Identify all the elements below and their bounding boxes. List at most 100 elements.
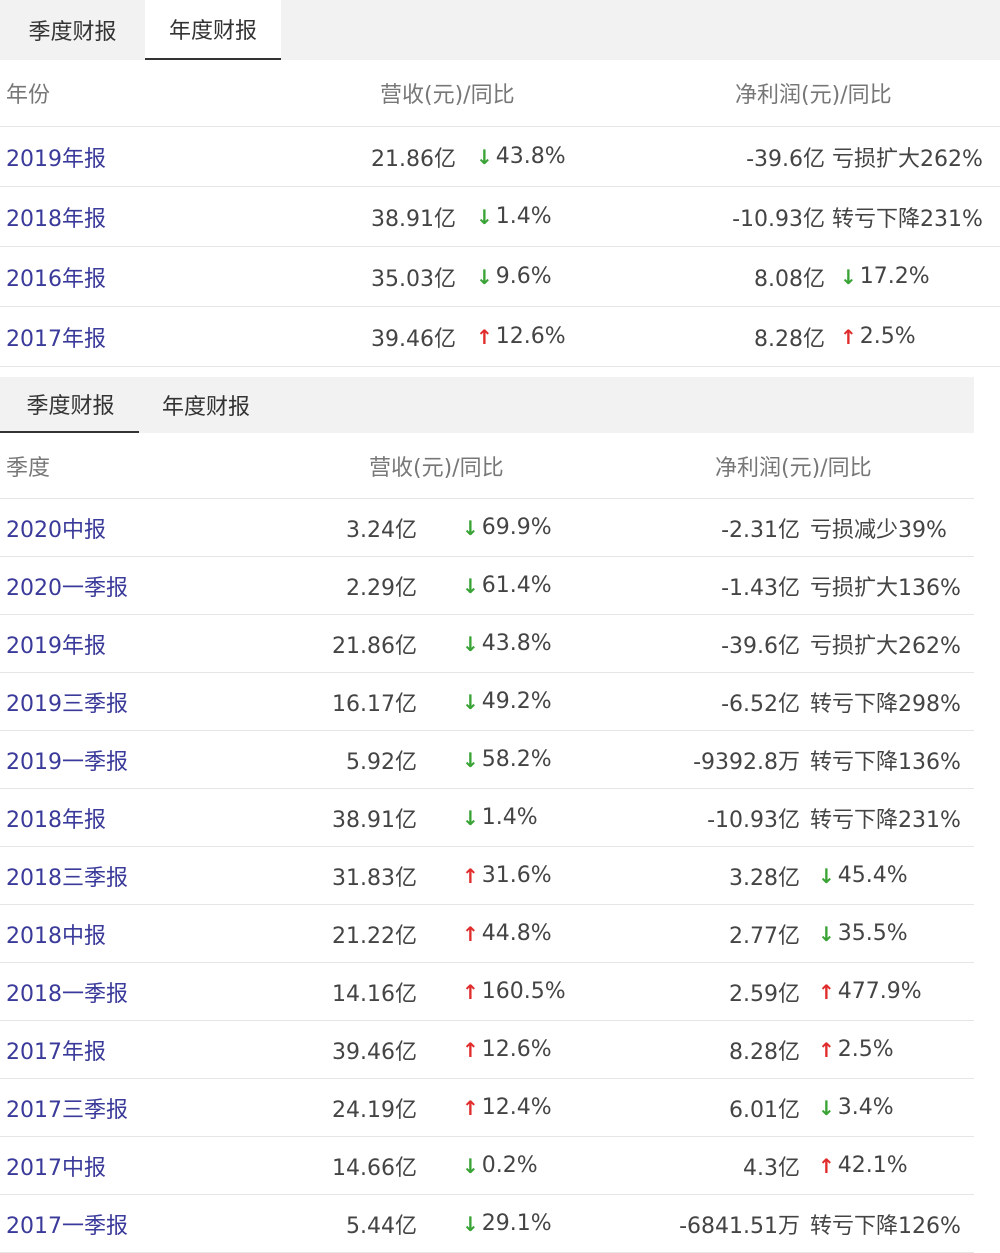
arrow-down-icon: ↓ [818,1095,835,1120]
table-row: 2019三季报 16.17亿 ↓ 49.2% -6.52亿 转亏下降298% [0,673,974,731]
revenue-value: 21.86亿 [371,146,456,172]
annual-table-body: 2019年报 21.86亿 ↓ 43.8% -39.6亿 亏损扩大262% 2018年报 38… [0,127,1000,367]
net-profit-change: ↑ 2.5% [818,1021,894,1078]
revenue-value: 16.17亿 [332,691,417,717]
revenue-yoy: ↓ 61.4% [462,557,552,614]
report-tab-bar: 季度财报 年度财报 [0,377,974,433]
table-row: 2017三季报 24.19亿 ↑ 12.4% 6.01亿 ↓ 3.4% [0,1079,974,1137]
net-profit-change-text: 亏损扩大262% [832,146,983,172]
revenue-column-header: 营收(元)/同比 [369,455,504,481]
net-profit-change: 转亏下降126% [810,1195,961,1252]
revenue-yoy: ↓ 58.2% [462,731,552,788]
report-period-link[interactable]: 2019年报 [6,615,106,672]
revenue-yoy: ↑ 12.4% [462,1079,552,1136]
quarterly-table-body: 2020中报 3.24亿 ↓ 69.9% -2.31亿 亏损减少39% 2020一季报 2.2… [0,499,974,1253]
net-profit-change: ↑ 42.1% [818,1137,908,1194]
report-period-link[interactable]: 2018三季报 [6,847,128,904]
table-row: 2017年报 39.46亿 ↑ 12.6% 8.28亿 ↑ 2.5% [0,1021,974,1079]
revenue-yoy: ↑ 44.8% [462,905,552,962]
tab-annual-report[interactable]: 年度财报 [139,377,273,433]
net-profit-change: 转亏下降231% [832,187,983,246]
tab-quarterly-report[interactable]: 季度财报 [0,377,139,433]
net-profit-change: ↓ 3.4% [818,1079,894,1136]
net-profit-change-text: 42.1% [837,1153,908,1178]
revenue-yoy-text: 69.9% [481,515,552,540]
report-period-link[interactable]: 2017年报 [6,307,106,366]
report-tab-bar: 季度财报 年度财报 [0,0,1000,60]
revenue-value: 21.86亿 [332,633,417,659]
arrow-down-icon: ↓ [476,204,493,229]
report-period-link[interactable]: 2019年报 [6,127,106,186]
revenue-yoy: ↓ 43.8% [462,615,552,672]
revenue-yoy-text: 1.4% [495,204,552,229]
tab-quarterly-report[interactable]: 季度财报 [0,0,145,60]
table-row: 2018年报 38.91亿 ↓ 1.4% -10.93亿 转亏下降231% [0,789,974,847]
table-row: 2019年报 21.86亿 ↓ 43.8% -39.6亿 亏损扩大262% [0,615,974,673]
report-period-link[interactable]: 2016年报 [6,247,106,306]
arrow-down-icon: ↓ [462,515,479,540]
net-profit-value: -39.6亿 [746,146,825,172]
report-period-link[interactable]: 2018中报 [6,905,106,962]
report-period-link[interactable]: 2019一季报 [6,731,128,788]
revenue-yoy-text: 44.8% [481,921,552,946]
report-period-link[interactable]: 2018年报 [6,789,106,846]
report-period-link[interactable]: 2019三季报 [6,673,128,730]
net-profit-change-text: 45.4% [837,863,908,888]
arrow-up-icon: ↑ [462,1037,479,1062]
table-header: 季度 营收(元)/同比 净利润(元)/同比 [0,433,974,499]
report-period-link[interactable]: 2020中报 [6,499,106,556]
report-period-link[interactable]: 2018一季报 [6,963,128,1020]
revenue-yoy-text: 9.6% [495,264,552,289]
net-profit-change: ↑ 477.9% [818,963,922,1020]
revenue-yoy: ↓ 43.8% [476,127,566,186]
report-period-link[interactable]: 2017年报 [6,1021,106,1078]
net-profit-change: 亏损扩大262% [810,615,961,672]
net-profit-change-text: 亏损扩大262% [810,633,961,659]
report-period-link[interactable]: 2017一季报 [6,1195,128,1252]
revenue-value: 38.91亿 [332,807,417,833]
net-profit-change-text: 3.4% [837,1095,894,1120]
net-profit-change-text: 亏损减少39% [810,517,947,543]
revenue-yoy-text: 160.5% [481,979,566,1004]
arrow-up-icon: ↑ [818,1153,835,1178]
table-header: 年份 营收(元)/同比 净利润(元)/同比 [0,60,1000,127]
revenue-yoy: ↓ 1.4% [462,789,538,846]
tab-annual-report[interactable]: 年度财报 [145,0,281,60]
arrow-down-icon: ↓ [462,1211,479,1236]
net-profit-change: 转亏下降231% [810,789,961,846]
revenue-yoy: ↑ 12.6% [476,307,566,366]
net-profit-value: 2.77亿 [729,923,800,949]
arrow-down-icon: ↓ [476,144,493,169]
arrow-down-icon: ↓ [840,264,857,289]
table-row: 2016年报 35.03亿 ↓ 9.6% 8.08亿 ↓ 17.2% [0,247,1000,307]
revenue-yoy-text: 29.1% [481,1211,552,1236]
table-row: 2019年报 21.86亿 ↓ 43.8% -39.6亿 亏损扩大262% [0,127,1000,187]
arrow-up-icon: ↑ [840,324,857,349]
arrow-up-icon: ↑ [462,979,479,1004]
arrow-up-icon: ↑ [462,921,479,946]
quarterly-report-panel: 季度财报 年度财报 季度 营收(元)/同比 净利润(元)/同比 2020中报 3.… [0,377,974,1253]
report-period-link[interactable]: 2017三季报 [6,1079,128,1136]
net-profit-value: -39.6亿 [721,633,800,659]
report-period-link[interactable]: 2018年报 [6,187,106,246]
revenue-yoy-text: 0.2% [481,1153,538,1178]
report-period-link[interactable]: 2017中报 [6,1137,106,1194]
revenue-yoy: ↑ 160.5% [462,963,566,1020]
arrow-down-icon: ↓ [476,264,493,289]
report-period-link[interactable]: 2020一季报 [6,557,128,614]
table-row: 2017年报 39.46亿 ↑ 12.6% 8.28亿 ↑ 2.5% [0,307,1000,367]
revenue-yoy: ↓ 49.2% [462,673,552,730]
net-profit-change-text: 477.9% [837,979,922,1004]
table-row: 2019一季报 5.92亿 ↓ 58.2% -9392.8万 转亏下降136% [0,731,974,789]
arrow-down-icon: ↓ [818,921,835,946]
net-profit-value: 8.28亿 [729,1039,800,1065]
revenue-yoy-text: 12.6% [495,324,566,349]
revenue-value: 2.29亿 [346,575,417,601]
net-profit-change: 转亏下降298% [810,673,961,730]
revenue-yoy-text: 43.8% [495,144,566,169]
table-row: 2017一季报 5.44亿 ↓ 29.1% -6841.51万 转亏下降126% [0,1195,974,1253]
net-profit-change: ↓ 17.2% [840,247,930,306]
net-profit-value: -1.43亿 [721,575,800,601]
net-profit-value: -6841.51万 [679,1213,800,1239]
net-profit-value: 2.59亿 [729,981,800,1007]
